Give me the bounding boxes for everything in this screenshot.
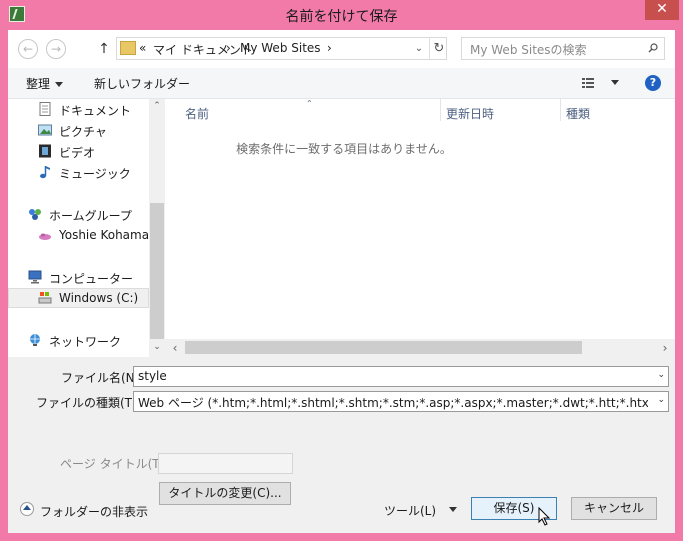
nav-item-music[interactable]: ミュージック — [8, 162, 149, 182]
chevron-down-icon — [55, 82, 64, 87]
scroll-right-arrow[interactable]: › — [657, 341, 673, 355]
nav-item-label: ピクチャ — [59, 125, 107, 139]
chevron-down-icon[interactable]: ⌄ — [657, 395, 665, 405]
collapse-icon[interactable] — [20, 502, 34, 516]
filename-field[interactable]: style ⌄ — [133, 366, 669, 387]
nav-item-computer[interactable]: コンピューター — [8, 267, 149, 287]
nav-item-label: ミュージック — [59, 167, 131, 181]
filetype-select[interactable]: Web ページ (*.htm;*.html;*.shtml;*.shtm;*.s… — [133, 391, 669, 412]
nav-item-homegroup[interactable]: ホームグループ — [8, 204, 149, 224]
command-bar: 整理 新しいフォルダー ? — [8, 68, 675, 99]
document-icon — [39, 102, 51, 116]
column-divider[interactable] — [560, 99, 561, 121]
nav-scrollbar[interactable]: ⌃ ⌄ — [149, 99, 165, 357]
nav-item-label: ドキュメント — [59, 104, 132, 118]
dialog-client: ← → ↑ « マイ ドキュメント › My Web Sites › ⌄ ↻ M… — [8, 30, 675, 533]
breadcrumb-my-web-sites[interactable]: My Web Sites — [240, 41, 321, 55]
filetype-label: ファイルの種類(T): — [36, 396, 141, 410]
tools-menu[interactable]: ツール(L) — [384, 502, 436, 519]
scroll-left-arrow[interactable]: ‹ — [167, 341, 183, 355]
search-icon[interactable] — [648, 43, 658, 53]
breadcrumb-separator: › — [327, 41, 332, 55]
navigation-pane: ドキュメント ピクチャ ビデオ ミュージック ホームグループ Yoshie Ko… — [8, 99, 165, 357]
network-icon — [30, 334, 40, 346]
dialog-title: 名前を付けて保存 — [285, 9, 398, 25]
filetype-value: Web ページ (*.htm;*.html;*.shtml;*.shtm;*.s… — [138, 396, 648, 410]
title-bar[interactable]: 名前を付けて保存 ✕ — [0, 0, 683, 30]
search-input[interactable]: My Web Sitesの検索 — [461, 37, 665, 60]
up-button[interactable]: ↑ — [96, 39, 112, 59]
nav-item-videos[interactable]: ビデオ — [8, 141, 149, 161]
scroll-down-arrow[interactable]: ⌄ — [149, 342, 165, 352]
video-icon — [39, 144, 51, 158]
change-title-button[interactable]: タイトルの変更(C)... — [159, 482, 291, 505]
nav-item-label: Windows (C:) — [59, 291, 139, 305]
nav-scroll-thumb[interactable] — [150, 203, 164, 339]
breadcrumb-my-documents[interactable]: マイ ドキュメント — [153, 41, 253, 58]
page-title-label: ページ タイトル(T): — [60, 457, 169, 471]
drive-icon — [38, 292, 52, 304]
page-title-field[interactable] — [158, 453, 293, 474]
horizontal-scroll-thumb[interactable] — [185, 341, 582, 354]
nav-item-label: ネットワーク — [49, 335, 122, 349]
horizontal-scrollbar[interactable]: ‹ › — [165, 339, 675, 357]
tools-dropdown-icon[interactable] — [449, 507, 457, 512]
breadcrumb-separator: › — [226, 41, 231, 55]
nav-item-label: コンピューター — [49, 272, 134, 286]
file-list[interactable]: ⌃ 名前 更新日時 種類 検索条件に一致する項目はありません。 — [165, 99, 675, 357]
address-overflow[interactable]: « — [139, 41, 146, 55]
organize-label: 整理 — [26, 77, 51, 91]
filename-value: style — [138, 369, 167, 383]
music-icon — [40, 166, 50, 179]
refresh-button[interactable]: ↻ — [429, 38, 448, 59]
mouse-cursor-icon — [538, 507, 551, 526]
nav-item-drive-c[interactable]: Windows (C:) — [8, 288, 149, 308]
address-bar[interactable]: « マイ ドキュメント › My Web Sites › ⌄ ↻ — [116, 37, 447, 60]
column-divider[interactable] — [440, 99, 441, 121]
organize-menu[interactable]: 整理 — [26, 75, 64, 92]
computer-icon — [28, 270, 42, 284]
nav-item-user[interactable]: Yoshie Kohama — [8, 225, 149, 245]
sort-ascending-icon: ⌃ — [306, 99, 313, 108]
hide-folders-button[interactable]: フォルダーの非表示 — [40, 503, 148, 520]
nav-item-label: ホームグループ — [49, 209, 132, 223]
close-button[interactable]: ✕ — [645, 0, 679, 20]
nav-item-label: ビデオ — [59, 146, 96, 160]
chevron-down-icon[interactable]: ⌄ — [657, 370, 665, 380]
folder-icon — [120, 41, 136, 55]
homegroup-icon — [29, 209, 41, 220]
cancel-button[interactable]: キャンセル — [571, 497, 657, 520]
view-dropdown-icon[interactable] — [611, 80, 619, 85]
nav-item-documents[interactable]: ドキュメント — [8, 99, 149, 119]
empty-results-message: 検索条件に一致する項目はありません。 — [236, 142, 452, 156]
view-options-icon[interactable] — [582, 78, 596, 88]
column-header-modified[interactable]: 更新日時 — [446, 105, 494, 122]
user-icon — [39, 233, 51, 240]
address-history-dropdown[interactable]: ⌄ — [411, 40, 427, 58]
nav-item-label: Yoshie Kohama — [59, 228, 150, 242]
help-icon[interactable]: ? — [645, 75, 661, 91]
pictures-icon — [38, 124, 52, 136]
column-header-type[interactable]: 種類 — [566, 105, 590, 122]
new-folder-button[interactable]: 新しいフォルダー — [94, 75, 190, 92]
back-button[interactable]: ← — [18, 39, 38, 59]
column-header-name[interactable]: 名前 — [185, 105, 209, 122]
save-options-panel: ファイル名(N): style ⌄ ファイルの種類(T): Web ページ (*… — [8, 357, 675, 533]
save-as-dialog: 名前を付けて保存 ✕ ← → ↑ « マイ ドキュメント › My Web Si… — [0, 0, 683, 541]
nav-item-pictures[interactable]: ピクチャ — [8, 120, 149, 140]
forward-button[interactable]: → — [46, 39, 66, 59]
search-placeholder: My Web Sitesの検索 — [470, 43, 587, 57]
scroll-up-arrow[interactable]: ⌃ — [149, 101, 165, 111]
nav-item-network[interactable]: ネットワーク — [8, 330, 149, 350]
filename-label: ファイル名(N): — [61, 371, 144, 385]
